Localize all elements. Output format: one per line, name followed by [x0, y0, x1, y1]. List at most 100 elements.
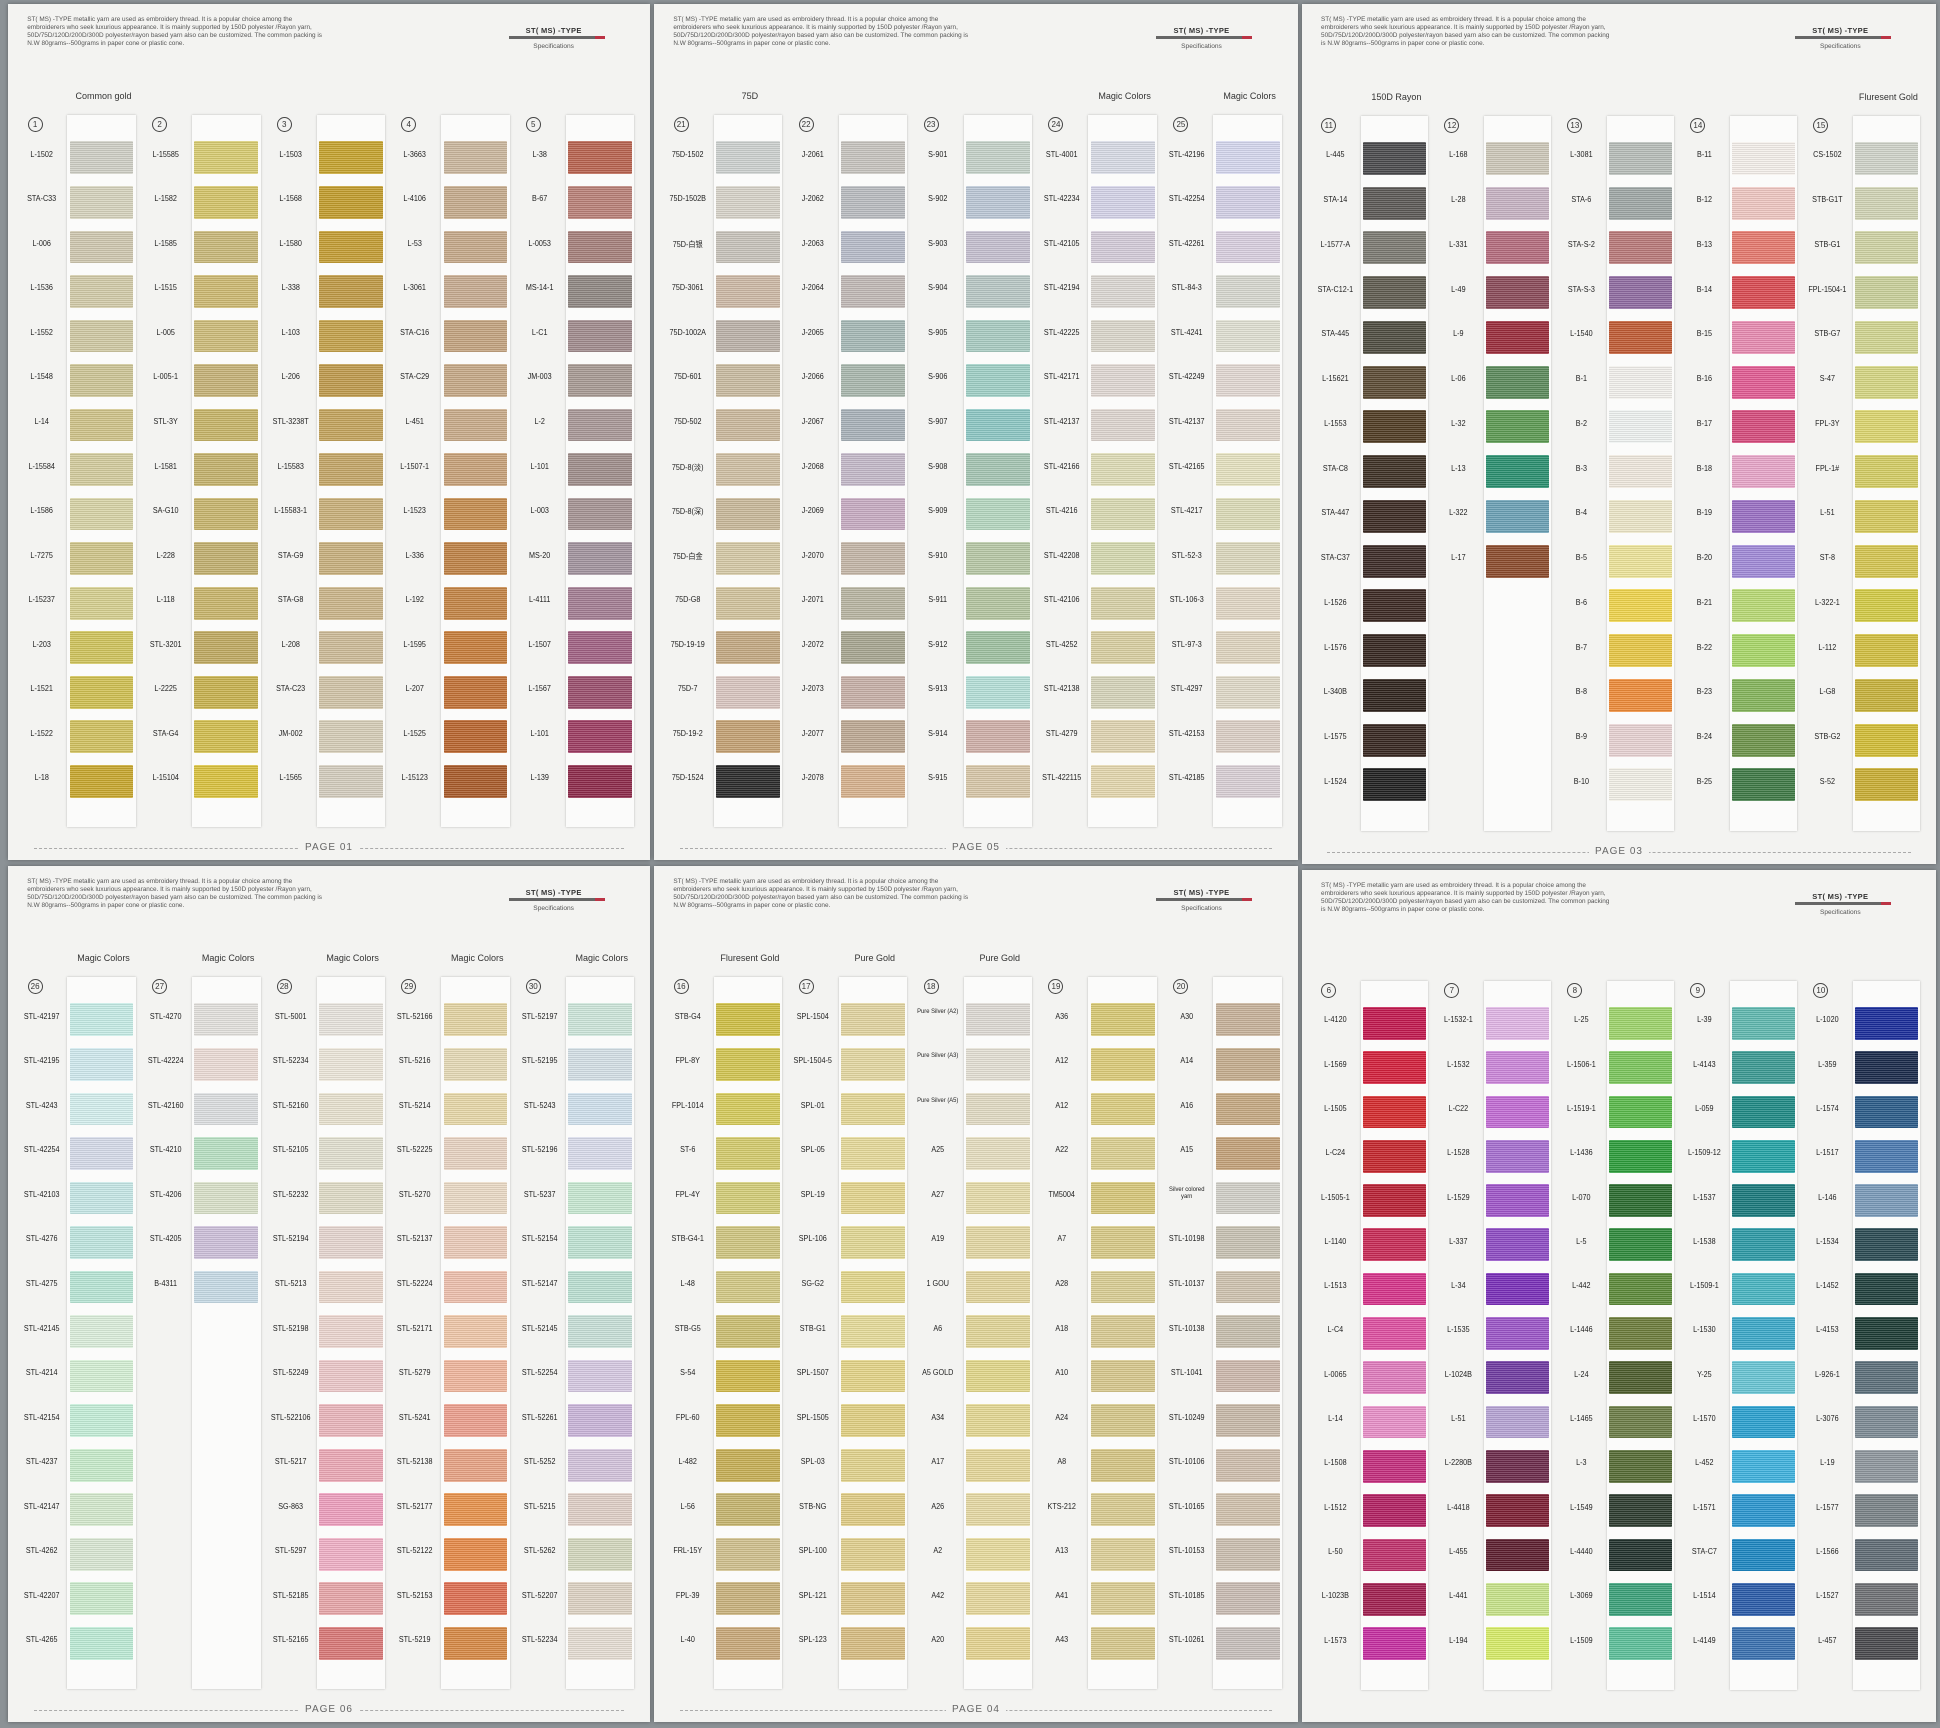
color-row[interactable]: L-1573 [1312, 1623, 1435, 1665]
thread-swatch[interactable] [1363, 1361, 1426, 1395]
thread-swatch[interactable] [443, 185, 508, 219]
color-row[interactable]: L-15621 [1312, 361, 1435, 403]
color-row[interactable]: L-322 [1435, 496, 1558, 538]
color-row[interactable]: SPL-100 [789, 1533, 914, 1575]
color-row[interactable]: SPL-03 [789, 1444, 914, 1486]
color-row[interactable]: L-338 [267, 271, 392, 313]
thread-swatch[interactable] [319, 675, 383, 709]
thread-swatch[interactable] [568, 275, 632, 308]
color-row[interactable]: L-1548 [18, 360, 143, 402]
color-row[interactable]: L-7275 [18, 538, 143, 580]
thread-swatch[interactable] [1855, 678, 1918, 712]
thread-swatch[interactable] [1855, 455, 1918, 489]
color-row[interactable]: A5 GOLD [914, 1355, 1039, 1397]
thread-swatch[interactable] [443, 1493, 508, 1527]
thread-swatch[interactable] [966, 364, 1030, 397]
thread-swatch[interactable] [1215, 542, 1280, 575]
color-row[interactable]: A6 [914, 1311, 1039, 1353]
thread-swatch[interactable] [1855, 1051, 1918, 1084]
thread-swatch[interactable] [568, 497, 632, 531]
thread-swatch[interactable] [966, 1359, 1030, 1393]
thread-swatch[interactable] [568, 675, 632, 709]
color-row[interactable]: FPL-3Y [1804, 406, 1927, 448]
thread-swatch[interactable] [1732, 589, 1795, 623]
color-row[interactable]: STL-3201 [142, 627, 267, 669]
color-row[interactable]: A26 [914, 1489, 1039, 1531]
color-row[interactable]: SPL-19 [789, 1177, 914, 1219]
thread-swatch[interactable] [194, 1270, 259, 1304]
thread-swatch[interactable] [841, 1137, 905, 1170]
color-row[interactable]: S-914 [914, 716, 1039, 758]
color-row[interactable]: L-2225 [142, 671, 267, 713]
thread-swatch[interactable] [194, 364, 259, 397]
thread-swatch[interactable] [1732, 1538, 1795, 1572]
thread-swatch[interactable] [1215, 364, 1280, 397]
color-row[interactable]: L-3069 [1558, 1579, 1681, 1621]
thread-swatch[interactable] [1855, 1538, 1918, 1572]
thread-swatch[interactable] [1486, 1184, 1549, 1217]
color-row[interactable]: L-2280B [1435, 1446, 1558, 1488]
thread-swatch[interactable] [1732, 1405, 1795, 1439]
thread-swatch[interactable] [841, 364, 905, 397]
thread-swatch[interactable] [1609, 320, 1672, 354]
thread-swatch[interactable] [966, 1092, 1030, 1126]
color-row[interactable]: FPL-60 [664, 1400, 789, 1442]
color-row[interactable]: J-2073 [789, 671, 914, 713]
color-row[interactable]: L-208 [267, 627, 392, 669]
thread-swatch[interactable] [1609, 544, 1672, 578]
color-row[interactable]: L-101 [516, 716, 641, 758]
thread-swatch[interactable] [1090, 764, 1155, 798]
thread-swatch[interactable] [1215, 1181, 1280, 1215]
color-row[interactable]: L-1553 [1312, 406, 1435, 448]
color-row[interactable]: L-228 [142, 538, 267, 580]
color-row[interactable]: L-38 [516, 137, 641, 179]
color-row[interactable]: STL-52195 [516, 1044, 641, 1086]
thread-swatch[interactable] [1855, 1228, 1918, 1262]
thread-swatch[interactable] [1486, 1582, 1549, 1616]
color-row[interactable]: A19 [914, 1222, 1039, 1264]
color-row[interactable]: A10 [1038, 1355, 1163, 1397]
thread-swatch[interactable] [319, 453, 383, 486]
color-row[interactable]: L-1595 [391, 627, 516, 669]
thread-swatch[interactable] [1363, 544, 1426, 578]
thread-swatch[interactable] [69, 1626, 134, 1660]
color-row[interactable]: A25 [914, 1133, 1039, 1175]
color-row[interactable]: B-13 [1681, 227, 1804, 269]
thread-swatch[interactable] [1090, 319, 1155, 353]
thread-swatch[interactable] [568, 1626, 632, 1660]
color-row[interactable]: L-194 [1435, 1623, 1558, 1665]
thread-swatch[interactable] [1855, 231, 1918, 265]
thread-swatch[interactable] [69, 453, 134, 486]
thread-swatch[interactable] [1090, 1270, 1155, 1304]
color-row[interactable]: STA-C37 [1312, 540, 1435, 582]
color-row[interactable]: L-14 [1312, 1401, 1435, 1443]
color-row[interactable]: L-1503 [267, 137, 392, 179]
thread-swatch[interactable] [1609, 1139, 1672, 1173]
color-row[interactable]: STL-5213 [267, 1266, 392, 1308]
thread-swatch[interactable] [1609, 1228, 1672, 1262]
color-row[interactable]: L-322-1 [1804, 585, 1927, 627]
thread-swatch[interactable] [69, 1315, 134, 1348]
thread-swatch[interactable] [1732, 365, 1795, 399]
thread-swatch[interactable] [1732, 678, 1795, 712]
color-row[interactable]: L-3061 [391, 271, 516, 313]
thread-swatch[interactable] [1486, 1627, 1549, 1660]
color-row[interactable]: L-070 [1558, 1180, 1681, 1222]
color-row[interactable]: A36 [1038, 999, 1163, 1041]
thread-swatch[interactable] [69, 408, 134, 442]
thread-swatch[interactable] [1609, 723, 1672, 757]
color-row[interactable]: STL-42138 [1038, 671, 1163, 713]
thread-swatch[interactable] [1215, 230, 1280, 264]
color-row[interactable]: L-1513 [1312, 1269, 1435, 1311]
color-row[interactable]: J-2064 [789, 271, 914, 313]
color-row[interactable]: STL-42106 [1038, 582, 1163, 624]
thread-swatch[interactable] [1855, 1449, 1918, 1483]
thread-swatch[interactable] [966, 141, 1030, 175]
thread-swatch[interactable] [1732, 410, 1795, 444]
thread-swatch[interactable] [443, 1047, 508, 1081]
thread-swatch[interactable] [716, 275, 780, 308]
thread-swatch[interactable] [69, 1404, 134, 1437]
color-row[interactable]: TM5004 [1038, 1177, 1163, 1219]
thread-swatch[interactable] [194, 275, 259, 308]
color-row[interactable]: L-2 [516, 404, 641, 446]
